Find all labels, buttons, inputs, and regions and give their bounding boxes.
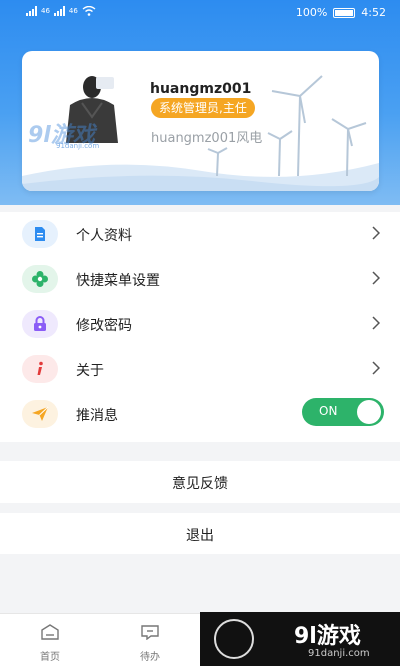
signal-label: 46 — [41, 7, 50, 15]
watermark-url: 91danji.com — [56, 142, 100, 150]
chevron-right-icon — [372, 226, 380, 240]
menu-item-about[interactable]: 关于 — [0, 347, 400, 392]
tab-label: 首页 — [40, 652, 60, 663]
document-icon — [22, 220, 58, 248]
logout-button[interactable]: 退出 — [0, 513, 400, 554]
feedback-label: 意见反馈 — [172, 476, 228, 492]
logo-ring-icon — [214, 619, 254, 659]
username: huangmz001 — [150, 81, 252, 97]
tab-home[interactable]: 首页 — [25, 624, 75, 663]
chevron-right-icon — [372, 361, 380, 375]
tab-label: 待办 — [140, 652, 160, 663]
chevron-right-icon — [372, 271, 380, 285]
menu-item-label: 关于 — [76, 363, 104, 379]
watermark-url: 91danji.com — [308, 648, 370, 659]
menu-item-shortcut-settings[interactable]: 快捷菜单设置 — [0, 257, 400, 302]
status-bar: 46 46 100% 4:52 — [0, 0, 400, 26]
settings-menu: 个人资料 快捷菜单设置 修改密码 关于 推消息 ON — [0, 212, 400, 442]
signal-label: 46 — [68, 7, 78, 15]
chevron-right-icon — [372, 316, 380, 330]
battery-percent: 100% — [295, 6, 328, 19]
push-toggle[interactable]: ON — [302, 398, 384, 426]
feedback-button[interactable]: 意见反馈 — [0, 461, 400, 503]
role-badge: 系统管理员,主任 — [151, 98, 255, 118]
toggle-label: ON — [319, 404, 338, 418]
watermark-brand: 9l游戏 — [294, 624, 361, 649]
menu-item-label: 修改密码 — [76, 318, 132, 334]
menu-item-push-messages: 推消息 ON — [0, 392, 400, 437]
wifi-icon — [82, 6, 96, 16]
battery-icon — [333, 7, 356, 18]
profile-card[interactable]: 9l游戏 91danji.com huangmz001 系统管理员,主任 hua… — [22, 51, 379, 191]
watermark-banner: 9l游戏 91danji.com — [200, 612, 400, 666]
toggle-knob — [357, 400, 381, 424]
tab-todo[interactable]: 待办 — [125, 624, 175, 663]
menu-item-label: 推消息 — [76, 408, 118, 424]
signal-icon — [53, 6, 65, 16]
home-icon — [41, 624, 59, 640]
organization-name: huangmz001风电 — [151, 131, 263, 146]
lock-icon — [22, 310, 58, 338]
paper-plane-icon — [22, 400, 58, 428]
watermark-logo: 9l游戏 91danji.com — [28, 117, 99, 150]
flower-icon — [22, 265, 58, 293]
menu-item-change-password[interactable]: 修改密码 — [0, 302, 400, 347]
message-icon — [141, 625, 159, 641]
signal-icon — [26, 6, 37, 16]
clock: 4:52 — [361, 6, 386, 19]
menu-item-label: 个人资料 — [76, 228, 132, 244]
info-icon — [22, 355, 58, 383]
menu-item-profile[interactable]: 个人资料 — [0, 212, 400, 257]
logout-label: 退出 — [186, 528, 214, 544]
menu-item-label: 快捷菜单设置 — [76, 273, 160, 289]
